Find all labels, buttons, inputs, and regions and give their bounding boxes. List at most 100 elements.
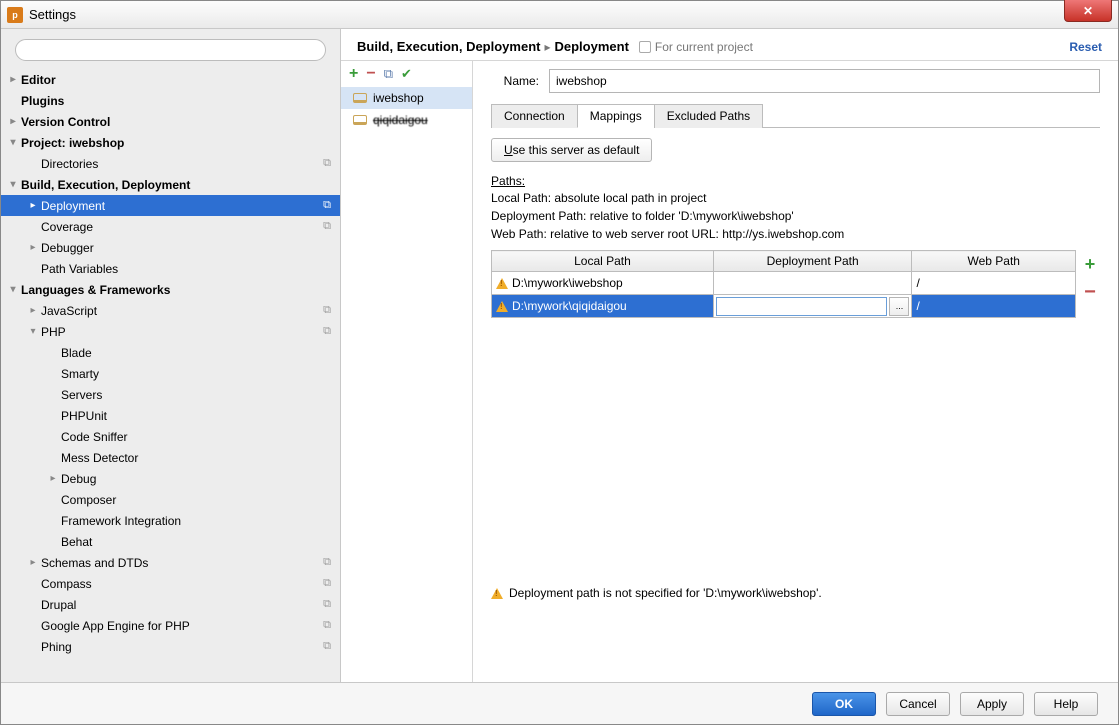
server-item-iwebshop[interactable]: iwebshop (341, 87, 472, 109)
sidebar-item-label: Directories (39, 157, 320, 171)
use-as-default-button[interactable]: Use this server as default (491, 138, 652, 162)
sidebar-item-debugger[interactable]: ▸Debugger (1, 237, 340, 258)
sidebar-item-phing[interactable]: Phing⧉ (1, 636, 340, 657)
project-scope-icon: ⧉ (320, 577, 334, 591)
chevron-icon: ▸ (27, 242, 39, 253)
project-scope-icon (320, 409, 334, 423)
col-web[interactable]: Web Path (912, 251, 1076, 272)
server-item-qiqidaigou[interactable]: qiqidaigou (341, 109, 472, 131)
sidebar-item-languages-frameworks[interactable]: ▾Languages & Frameworks (1, 279, 340, 300)
name-label: Name: (491, 74, 539, 88)
project-scope-icon (320, 451, 334, 465)
project-scope-icon (320, 346, 334, 360)
sidebar-item-google-app-engine-for-php[interactable]: Google App Engine for PHP⧉ (1, 615, 340, 636)
sidebar-item-php[interactable]: ▾PHP⧉ (1, 321, 340, 342)
sidebar-item-smarty[interactable]: Smarty (1, 363, 340, 384)
sidebar-item-label: Debug (59, 472, 320, 486)
sidebar-item-label: Code Sniffer (59, 430, 320, 444)
local-path-cell: D:\mywork\iwebshop (512, 276, 623, 290)
chevron-icon: ▾ (7, 284, 19, 295)
project-scope-icon (320, 178, 334, 192)
browse-button[interactable]: ... (889, 297, 909, 316)
table-row[interactable]: D:\mywork\iwebshop / (492, 272, 1076, 295)
sidebar-item-label: Schemas and DTDs (39, 556, 320, 570)
sidebar-item-project-iwebshop[interactable]: ▾Project: iwebshop (1, 132, 340, 153)
remove-server-icon[interactable]: − (366, 65, 375, 83)
remove-mapping-icon[interactable]: − (1084, 281, 1096, 304)
sidebar-item-label: Coverage (39, 220, 320, 234)
sidebar-item-label: Editor (19, 73, 320, 87)
sidebar-item-editor[interactable]: ▸Editor (1, 69, 340, 90)
project-scope-icon (320, 115, 334, 129)
project-scope-icon (320, 136, 334, 150)
deployment-path-input[interactable] (716, 297, 888, 316)
sidebar-item-plugins[interactable]: Plugins (1, 90, 340, 111)
add-server-icon[interactable]: + (349, 65, 358, 83)
cancel-button[interactable]: Cancel (886, 692, 950, 716)
sidebar-item-label: Framework Integration (59, 514, 320, 528)
deployment-path-cell (714, 272, 912, 294)
web-path-cell: / (912, 272, 1075, 294)
sidebar-item-framework-integration[interactable]: Framework Integration (1, 510, 340, 531)
search-wrap (1, 29, 340, 67)
web-path-cell: / (912, 295, 1075, 317)
sidebar-item-label: Languages & Frameworks (19, 283, 320, 297)
sidebar-item-build-execution-deployment[interactable]: ▾Build, Execution, Deployment (1, 174, 340, 195)
name-input[interactable] (549, 69, 1100, 93)
sidebar-item-path-variables[interactable]: Path Variables (1, 258, 340, 279)
sidebar-item-debug[interactable]: ▸Debug (1, 468, 340, 489)
set-default-icon[interactable]: ✔ (401, 66, 412, 82)
local-path-cell: D:\mywork\qiqidaigou (512, 299, 627, 313)
sidebar-item-javascript[interactable]: ▸JavaScript⧉ (1, 300, 340, 321)
mapping-wrap: Local Path Deployment Path Web Path D:\m… (491, 250, 1100, 318)
sidebar-item-mess-detector[interactable]: Mess Detector (1, 447, 340, 468)
reset-link[interactable]: Reset (1069, 40, 1102, 54)
project-scope-icon: ⧉ (320, 619, 334, 633)
copy-server-icon[interactable]: ⧉ (384, 66, 393, 82)
sidebar-item-directories[interactable]: Directories⧉ (1, 153, 340, 174)
col-local[interactable]: Local Path (492, 251, 714, 272)
sidebar-item-schemas-and-dtds[interactable]: ▸Schemas and DTDs⧉ (1, 552, 340, 573)
project-scope-icon (320, 94, 334, 108)
sidebar-item-label: Google App Engine for PHP (39, 619, 320, 633)
sidebar-item-blade[interactable]: Blade (1, 342, 340, 363)
project-scope-icon (320, 472, 334, 486)
sidebar-item-coverage[interactable]: Coverage⧉ (1, 216, 340, 237)
sidebar-item-drupal[interactable]: Drupal⧉ (1, 594, 340, 615)
sidebar-item-servers[interactable]: Servers (1, 384, 340, 405)
project-scope-icon: ⧉ (320, 304, 334, 318)
sidebar-item-code-sniffer[interactable]: Code Sniffer (1, 426, 340, 447)
apply-button[interactable]: Apply (960, 692, 1024, 716)
col-deploy[interactable]: Deployment Path (713, 251, 912, 272)
sidebar-item-deployment[interactable]: ▸Deployment⧉ (1, 195, 340, 216)
server-list: iwebshop qiqidaigou (341, 87, 472, 682)
sidebar-item-label: Compass (39, 577, 320, 591)
sidebar-item-behat[interactable]: Behat (1, 531, 340, 552)
ok-button[interactable]: OK (812, 692, 876, 716)
main-panel: Build, Execution, Deployment ▸ Deploymen… (341, 29, 1118, 682)
sidebar-item-label: Servers (59, 388, 320, 402)
mapping-side-buttons: + − (1080, 250, 1100, 304)
sidebar-item-version-control[interactable]: ▸Version Control (1, 111, 340, 132)
project-scope-icon (320, 73, 334, 87)
tab-connection[interactable]: Connection (491, 104, 578, 128)
close-icon[interactable]: ✕ (1064, 0, 1112, 22)
sidebar: ▸EditorPlugins▸Version Control▾Project: … (1, 29, 341, 682)
add-mapping-icon[interactable]: + (1085, 254, 1096, 275)
tab-excluded[interactable]: Excluded Paths (654, 104, 763, 128)
project-scope-icon: ⧉ (320, 199, 334, 213)
sidebar-item-composer[interactable]: Composer (1, 489, 340, 510)
server-panel: + − ⧉ ✔ iwebshop qiqidaigou (341, 61, 473, 682)
help-button[interactable]: Help (1034, 692, 1098, 716)
project-scope-icon (320, 283, 334, 297)
search-input[interactable] (15, 39, 326, 61)
sidebar-item-label: JavaScript (39, 304, 320, 318)
table-row[interactable]: D:\mywork\qiqidaigou.../ (492, 295, 1076, 318)
server-name: qiqidaigou (373, 113, 428, 127)
sidebar-item-label: Deployment (39, 199, 320, 213)
chevron-icon: ▸ (47, 473, 59, 484)
sidebar-item-compass[interactable]: Compass⧉ (1, 573, 340, 594)
chevron-icon: ▸ (27, 200, 39, 211)
sidebar-item-phpunit[interactable]: PHPUnit (1, 405, 340, 426)
tab-mappings[interactable]: Mappings (577, 104, 655, 128)
